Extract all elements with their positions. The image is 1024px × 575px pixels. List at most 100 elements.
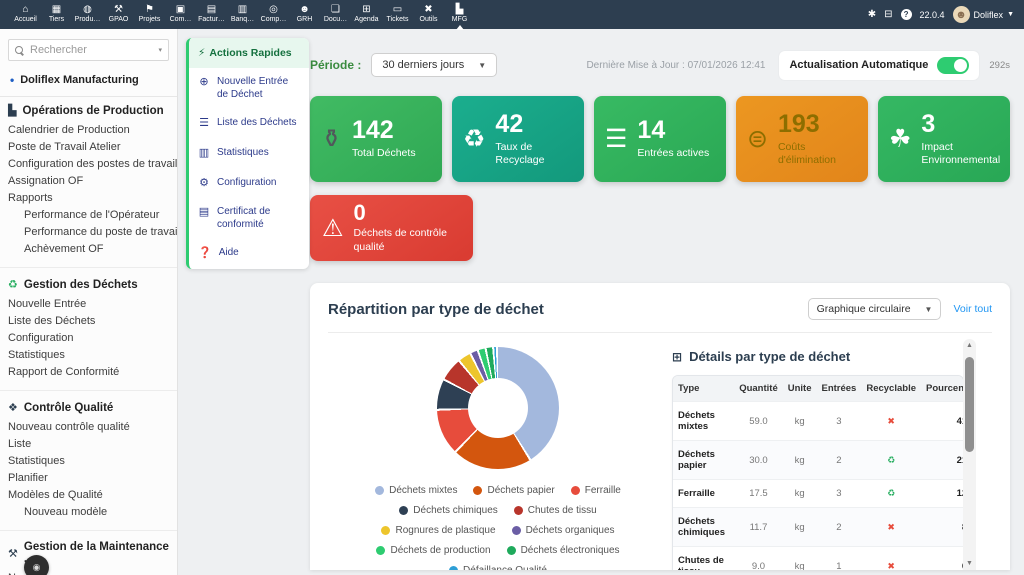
user-menu[interactable]: ☻ Doliflex ▼ (953, 6, 1014, 23)
table-row[interactable]: Déchets chimiques11.7kg2✖8.2% (673, 508, 964, 547)
kpi-card-co-ts-d--limination[interactable]: ⊜193Coûts d'élimination (736, 96, 868, 182)
scroll-down-icon[interactable]: ▼ (963, 560, 976, 567)
sidebar-item-configuration-des-postes-de-travail[interactable]: Configuration des postes de travail (0, 155, 177, 172)
tab-docu[interactable]: ❏Docu… (320, 0, 351, 29)
auto-refresh-toggle[interactable] (937, 57, 969, 74)
tab-mfg[interactable]: ▙MFG (444, 0, 475, 29)
top-nav: ⌂Accueil▦Tiers◍Produ…⚒GPAO⚑Projets▣Com…▤… (0, 0, 1024, 29)
legend-item-d-chets-de-production[interactable]: Déchets de production (376, 545, 490, 556)
action-icon: ☰ (198, 117, 210, 131)
quick-action-configuration[interactable]: ⚙Configuration (189, 169, 309, 199)
view-all-link[interactable]: Voir tout (953, 303, 992, 315)
table-row[interactable]: Déchets papier30.0kg2♻21.1% (673, 441, 964, 480)
table-row[interactable]: Chutes de tissu9.0kg1✖6.3% (673, 547, 964, 571)
search-input[interactable]: Rechercher ▾ (8, 39, 169, 61)
sidebar-item-liste-des-d-chets[interactable]: Liste des Déchets (0, 312, 177, 329)
sidebar-item-performance-du-poste-de-travail[interactable]: Performance du poste de travail (0, 223, 177, 240)
sidebar-item-statistiques[interactable]: Statistiques (0, 452, 177, 469)
tab-projets[interactable]: ⚑Projets (134, 0, 165, 29)
outils-icon: ✖ (424, 5, 432, 15)
vertical-scrollbar[interactable]: ▲ ▼ (963, 339, 976, 570)
kpi-label: Total Déchets (352, 147, 416, 160)
quick-action-statistiques[interactable]: ▥Statistiques (189, 139, 309, 169)
action-label: Nouvelle Entrée de Déchet (217, 76, 300, 101)
sidebar-section-title[interactable]: ❖Contrôle Qualité (0, 396, 177, 418)
sidebar-item-poste-de-travail-atelier[interactable]: Poste de Travail Atelier (0, 138, 177, 155)
legend-item-d-faillance-qualit-[interactable]: Défaillance Qualité (449, 565, 547, 570)
chart-type-select[interactable]: Graphique circulaire ▼ (808, 298, 942, 320)
tiers-icon: ▦ (52, 5, 61, 15)
company-link[interactable]: • Doliflex Manufacturing (0, 65, 177, 97)
legend-item-d-chets-chimiques[interactable]: Déchets chimiques (399, 505, 497, 516)
kpi-value: 3 (921, 112, 1000, 137)
table-row[interactable]: Déchets mixtes59.0kg3✖41.4% (673, 402, 964, 441)
legend-item-d-chets-mixtes[interactable]: Déchets mixtes (375, 485, 457, 496)
legend-item-rognures-de-plastique[interactable]: Rognures de plastique (381, 525, 495, 536)
sidebar-section: ▙Opérations de ProductionCalendrier de P… (0, 97, 177, 263)
legend-item-d-chets-papier[interactable]: Déchets papier (473, 485, 554, 496)
kpi-card-entr-es-actives[interactable]: ☰14Entrées actives (594, 96, 726, 182)
kpi-card-total-d-chets[interactable]: ⚱142Total Déchets (310, 96, 442, 182)
sidebar-item-nouvelle-entr-e[interactable]: Nouvelle Entrée (0, 295, 177, 312)
period-select-value: 30 derniers jours (382, 59, 464, 71)
quick-action-certificat-de-conformit-[interactable]: ▤Certificat de conformité (189, 198, 309, 239)
sidebar-item-rapports[interactable]: Rapports (0, 189, 177, 206)
sidebar-section-title[interactable]: ♻ Gestion des Déchets (0, 273, 177, 295)
sidebar-item-assignation-of[interactable]: Assignation OF (0, 172, 177, 189)
tab-com[interactable]: ▣Com… (165, 0, 196, 29)
chevron-down-icon: ▼ (1007, 11, 1014, 18)
sidebar-item-ach-vement-of[interactable]: Achèvement OF (0, 240, 177, 257)
tab-factur[interactable]: ▤Factur… (196, 0, 227, 29)
sidebar-item-statistiques[interactable]: Statistiques (0, 346, 177, 363)
quick-action-aide[interactable]: ❓Aide (189, 239, 309, 269)
help-icon[interactable]: ? (901, 9, 912, 20)
period-select[interactable]: 30 derniers jours ▼ (371, 53, 497, 77)
quick-action-liste-des-d-chets[interactable]: ☰Liste des Déchets (189, 109, 309, 139)
legend-label: Déchets papier (487, 485, 554, 496)
tab-tickets[interactable]: ▭Tickets (382, 0, 413, 29)
scrollbar-thumb[interactable] (965, 357, 974, 452)
legend-item-ferraille[interactable]: Ferraille (571, 485, 621, 496)
tab-outils[interactable]: ✖Outils (413, 0, 444, 29)
section-title-label: Contrôle Qualité (24, 402, 113, 414)
sidebar-item-rapport-de-conformit-[interactable]: Rapport de Conformité (0, 363, 177, 380)
tab-grh[interactable]: ☻GRH (289, 0, 320, 29)
gpao-icon: ⚒ (114, 5, 123, 15)
sidebar-item-configuration[interactable]: Configuration (0, 329, 177, 346)
tab-comp[interactable]: ◎Comp… (258, 0, 289, 29)
table-row[interactable]: Ferraille17.5kg3♻12.3% (673, 480, 964, 508)
tab-accueil[interactable]: ⌂Accueil (10, 0, 41, 29)
tab-agenda[interactable]: ⊞Agenda (351, 0, 382, 29)
kpi-label: Entrées actives (637, 147, 709, 160)
sidebar-item-performance-de-l-op-rateur[interactable]: Performance de l'Opérateur (0, 206, 177, 223)
kpi-card-quality-alert[interactable]: ⚠ 0 Déchets de contrôle qualité (310, 195, 473, 261)
sidebar-item-mod-les-de-qualit-[interactable]: Modèles de Qualité (0, 486, 177, 503)
legend-item-d-chets-organiques[interactable]: Déchets organiques (512, 525, 615, 536)
tab-gpao[interactable]: ⚒GPAO (103, 0, 134, 29)
tab-produ[interactable]: ◍Produ… (72, 0, 103, 29)
sidebar-item-calendrier-de-production[interactable]: Calendrier de Production (0, 121, 177, 138)
quick-action-nouvelle-entr-e-de-d-chet[interactable]: ⊕Nouvelle Entrée de Déchet (189, 68, 309, 109)
kpi-card-taux-de-recyclage[interactable]: ♻42Taux de Recyclage (452, 96, 584, 182)
tab-tiers[interactable]: ▦Tiers (41, 0, 72, 29)
floating-widget-button[interactable]: ◉ (24, 555, 49, 575)
section-title-label: Opérations de Production (22, 105, 163, 117)
sidebar-item-liste[interactable]: Liste (0, 435, 177, 452)
legend-item-chutes-de-tissu[interactable]: Chutes de tissu (514, 505, 597, 516)
section-title-label: Gestion des Déchets (24, 279, 138, 291)
sidebar-item-nouveau-contr-le-qualit-[interactable]: Nouveau contrôle qualité (0, 418, 177, 435)
scroll-up-icon[interactable]: ▲ (963, 342, 976, 349)
sidebar-section-title[interactable]: ▙Opérations de Production (0, 99, 177, 121)
section-icon: ♻ (8, 278, 18, 291)
print-icon[interactable]: ⊟ (884, 9, 892, 20)
tab-banq[interactable]: ▥Banq… (227, 0, 258, 29)
kpi-card-impact-environnemental[interactable]: ☘3Impact Environnemental (878, 96, 1010, 182)
sidebar-item-planifier[interactable]: Planifier (0, 469, 177, 486)
search-caret-icon[interactable]: ▾ (158, 46, 162, 54)
legend-item-d-chets--lectroniques[interactable]: Déchets électroniques (507, 545, 620, 556)
bug-icon[interactable]: ✱ (868, 9, 876, 20)
details-table: TypeQuantitéUniteEntréesRecyclablePource… (673, 376, 964, 570)
avatar: ☻ (953, 6, 970, 23)
cell-qty: 59.0 (734, 402, 783, 441)
sidebar-item-nouveau-mod-le[interactable]: Nouveau modèle (0, 503, 177, 520)
